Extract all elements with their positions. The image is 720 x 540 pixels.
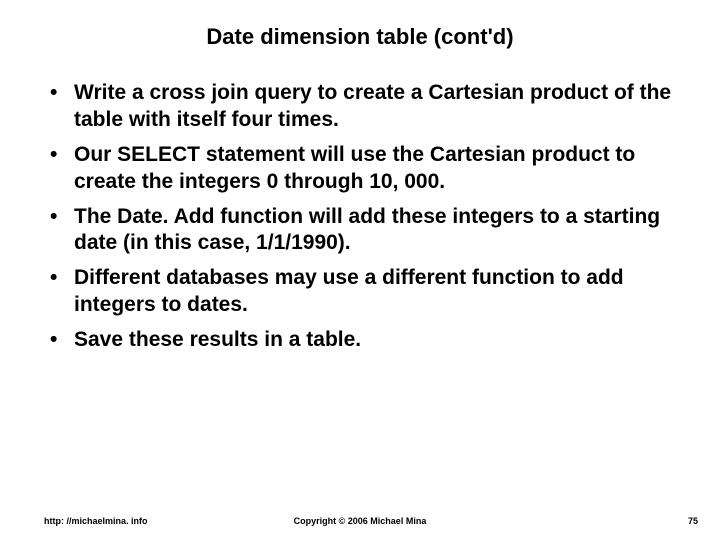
list-item: Save these results in a table. [44, 327, 676, 354]
footer-copyright: Copyright © 2006 Michael Mina [0, 516, 720, 526]
footer-page-number: 75 [688, 516, 698, 526]
slide-body: Write a cross join query to create a Car… [44, 80, 676, 362]
slide-footer: http: //michaelmina. info Copyright © 20… [0, 510, 720, 526]
bullet-list: Write a cross join query to create a Car… [44, 80, 676, 354]
slide-title: Date dimension table (cont'd) [0, 24, 720, 50]
list-item: The Date. Add function will add these in… [44, 204, 676, 258]
slide: Date dimension table (cont'd) Write a cr… [0, 0, 720, 540]
list-item: Different databases may use a different … [44, 265, 676, 319]
list-item: Write a cross join query to create a Car… [44, 80, 676, 134]
list-item: Our SELECT statement will use the Cartes… [44, 142, 676, 196]
